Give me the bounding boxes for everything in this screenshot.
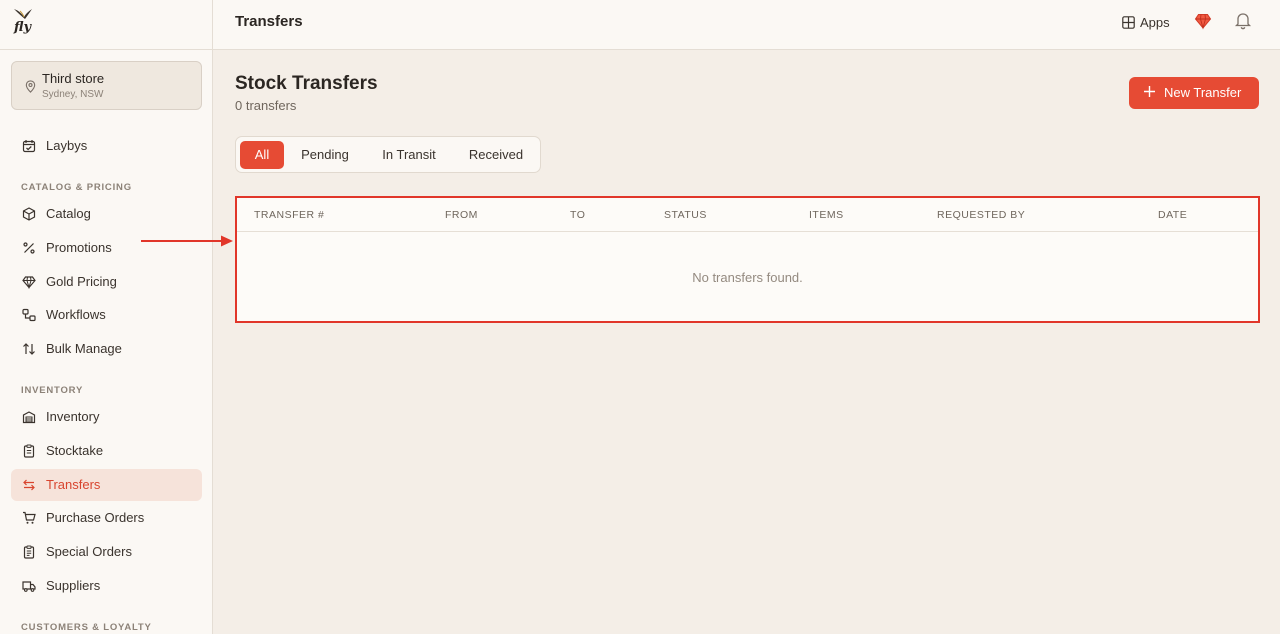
- sidebar-item-workflows[interactable]: Workflows: [11, 299, 202, 331]
- store-location: Sydney, NSW: [42, 89, 104, 100]
- apps-label: Apps: [1140, 15, 1170, 30]
- column-header-from[interactable]: FROM: [445, 209, 478, 221]
- cart-icon: [23, 511, 36, 524]
- sidebar-item-label: Inventory: [46, 409, 100, 424]
- section-header-customers: CUSTOMERS & LOYALTY: [21, 622, 152, 633]
- diamond-icon: [22, 276, 36, 289]
- section-header-inventory: INVENTORY: [21, 385, 84, 396]
- tab-received[interactable]: Received: [456, 141, 536, 169]
- page-title: Transfers: [235, 13, 303, 30]
- column-header-requested-by[interactable]: REQUESTED BY: [937, 209, 1025, 221]
- sidebar-item-special-orders[interactable]: Special Orders: [11, 536, 202, 568]
- clipboard-icon: [23, 444, 35, 458]
- divider: [0, 49, 213, 50]
- sidebar-item-label: Gold Pricing: [46, 274, 117, 289]
- annotation-arrow: [141, 235, 233, 247]
- sidebar-item-label: Catalog: [46, 206, 91, 221]
- sidebar-item-label: Promotions: [46, 240, 112, 255]
- sidebar-item-suppliers[interactable]: Suppliers: [11, 570, 202, 602]
- sidebar-item-label: Suppliers: [46, 578, 101, 593]
- calendar-check-icon: [22, 140, 36, 153]
- bell-icon[interactable]: [1234, 11, 1252, 30]
- sidebar-item-stocktake[interactable]: Stocktake: [11, 435, 202, 467]
- transfer-count: 0 transfers: [235, 98, 297, 113]
- apps-button[interactable]: Apps: [1120, 12, 1176, 34]
- sidebar-item-transfers[interactable]: Transfers: [11, 469, 202, 501]
- topbar: Transfers Apps: [213, 0, 1280, 50]
- transfers-table: TRANSFER # FROM TO STATUS ITEMS REQUESTE…: [235, 196, 1260, 323]
- column-header-items[interactable]: ITEMS: [809, 209, 844, 221]
- table-header: TRANSFER # FROM TO STATUS ITEMS REQUESTE…: [237, 198, 1258, 232]
- sidebar-item-label: Bulk Manage: [46, 341, 122, 356]
- store-selector[interactable]: Third store Sydney, NSW: [11, 61, 202, 110]
- column-header-to[interactable]: TO: [570, 209, 585, 221]
- column-header-transfer-number[interactable]: TRANSFER #: [254, 209, 324, 221]
- percent-icon: [23, 242, 35, 254]
- sidebar-item-label: Workflows: [46, 307, 106, 322]
- location-pin-icon: [25, 80, 36, 93]
- sidebar-item-laybys[interactable]: Laybys: [11, 130, 202, 162]
- section-header-catalog: CATALOG & PRICING: [21, 182, 132, 193]
- sidebar-item-inventory[interactable]: Inventory: [11, 401, 202, 433]
- grid-icon: [1122, 16, 1135, 29]
- gem-icon[interactable]: [1194, 12, 1212, 30]
- arrows-up-down-icon: [23, 343, 35, 355]
- workflow-icon: [22, 308, 36, 322]
- tab-pending[interactable]: Pending: [288, 141, 362, 169]
- box-icon: [22, 207, 36, 221]
- tab-all[interactable]: All: [240, 141, 284, 169]
- page-heading: Stock Transfers: [235, 73, 378, 94]
- empty-state-message: No transfers found.: [692, 270, 803, 285]
- transfer-arrows-icon: [23, 479, 35, 491]
- sidebar-item-label: Laybys: [46, 138, 88, 153]
- brand-logo-text: fly: [14, 20, 32, 35]
- column-header-date[interactable]: DATE: [1158, 209, 1187, 221]
- sidebar-item-label: Purchase Orders: [46, 510, 145, 525]
- plus-icon: [1144, 86, 1155, 97]
- store-name: Third store: [42, 71, 105, 86]
- sidebar-item-catalog[interactable]: Catalog: [11, 198, 202, 230]
- tab-in-transit[interactable]: In Transit: [366, 141, 452, 169]
- sidebar-item-label: Special Orders: [46, 544, 132, 559]
- warehouse-icon: [22, 411, 36, 424]
- new-transfer-button[interactable]: New Transfer: [1129, 77, 1259, 109]
- sidebar-item-purchase-orders[interactable]: Purchase Orders: [11, 502, 202, 534]
- status-filter-tabs: All Pending In Transit Received: [235, 136, 541, 173]
- sidebar-item-label: Stocktake: [46, 443, 104, 458]
- sidebar-item-gold-pricing[interactable]: Gold Pricing: [11, 266, 202, 298]
- truck-icon: [22, 581, 36, 592]
- new-transfer-label: New Transfer: [1164, 85, 1242, 100]
- sidebar-item-label: Transfers: [46, 477, 101, 492]
- column-header-status[interactable]: STATUS: [664, 209, 707, 221]
- sidebar-item-bulk-manage[interactable]: Bulk Manage: [11, 333, 202, 365]
- sidebar: fly Third store Sydney, NSW Laybys CATAL…: [0, 0, 213, 634]
- clipboard-list-icon: [23, 545, 35, 559]
